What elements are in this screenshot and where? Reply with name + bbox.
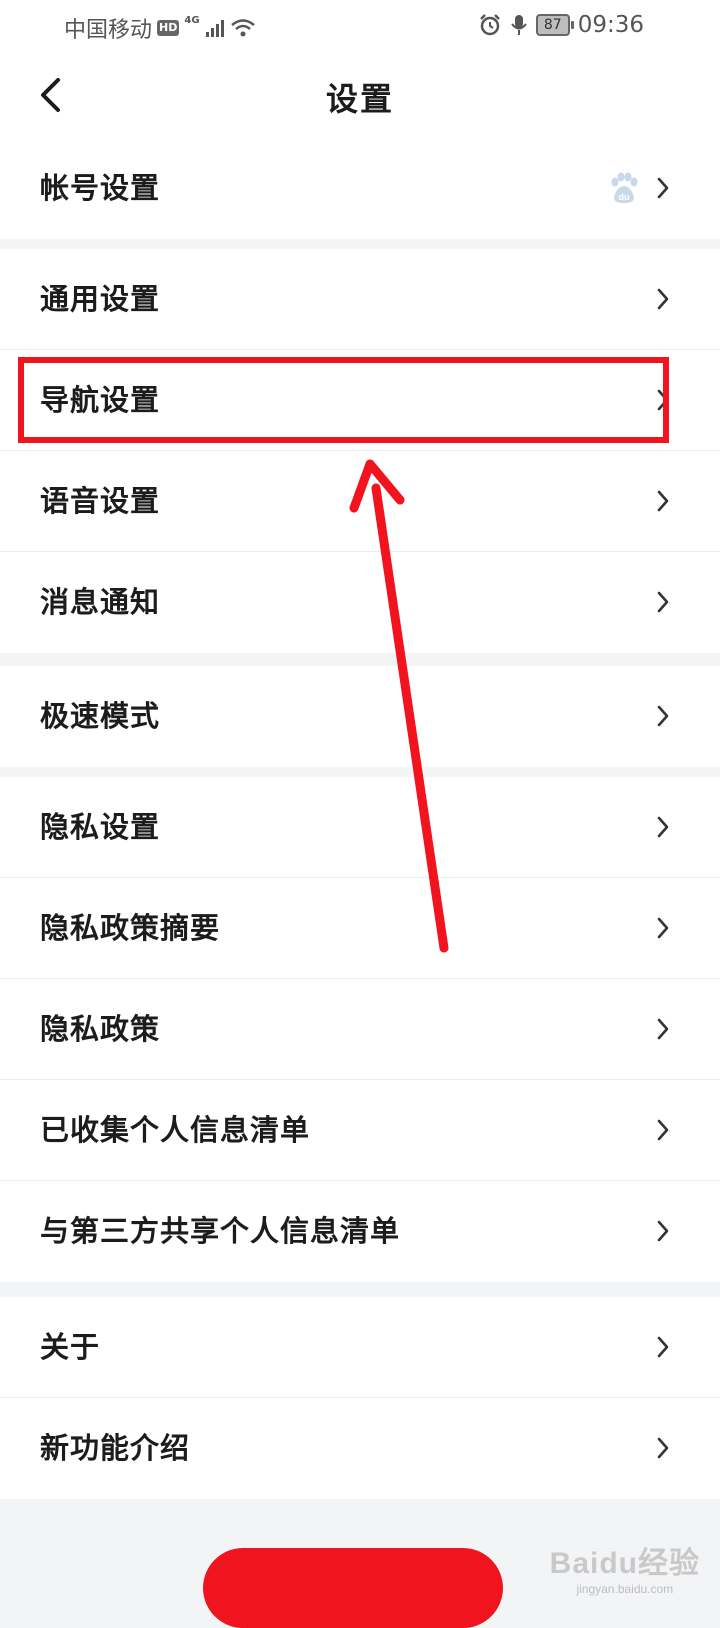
row-label: 隐私设置 [40, 810, 161, 844]
alarm-icon [479, 14, 500, 36]
row-label: 导航设置 [40, 383, 161, 417]
settings-row-shared-info[interactable]: 与第三方共享个人信息清单 [0, 1181, 720, 1282]
chevron-right-icon [657, 1437, 669, 1459]
settings-row-account[interactable]: 帐号设置 du [0, 138, 720, 239]
wifi-icon [230, 19, 255, 37]
settings-group-about: 关于 新功能介绍 [0, 1297, 720, 1499]
chevron-right-icon [657, 288, 669, 310]
row-label: 隐私政策 [40, 1012, 161, 1046]
navigation-header: 设置 [0, 52, 720, 139]
settings-group-privacy: 隐私设置 隐私政策摘要 隐私政策 已收集个人信息清单 与第三方共享个人信息清单 [0, 777, 720, 1282]
carrier-info: 中国移动 HD 4G [64, 12, 256, 44]
chevron-right-icon [657, 1018, 669, 1040]
settings-row-general[interactable]: 通用设置 [0, 249, 720, 350]
row-label: 关于 [40, 1330, 101, 1364]
signal-icon [205, 20, 224, 37]
svg-text:du: du [619, 192, 630, 202]
chevron-right-icon [657, 591, 669, 613]
chevron-right-icon [657, 917, 669, 939]
row-label: 新功能介绍 [40, 1431, 191, 1465]
settings-row-privacy[interactable]: 隐私设置 [0, 777, 720, 878]
row-label: 与第三方共享个人信息清单 [40, 1214, 401, 1248]
settings-group-general: 通用设置 导航设置 语音设置 消息通知 [0, 249, 720, 653]
status-bar: 中国移动 HD 4G 87 09:36 [0, 0, 720, 52]
chevron-right-icon [657, 816, 669, 838]
chevron-right-icon [657, 1119, 669, 1141]
baidu-paw-icon: du [611, 172, 638, 203]
logout-button[interactable] [203, 1548, 503, 1628]
row-label: 帐号设置 [40, 171, 161, 205]
settings-group-speed: 极速模式 [0, 666, 720, 767]
settings-row-notifications[interactable]: 消息通知 [0, 552, 720, 653]
status-right: 87 09:36 [478, 12, 644, 38]
page-title: 设置 [325, 80, 394, 118]
row-label: 消息通知 [40, 585, 161, 619]
row-label: 已收集个人信息清单 [40, 1113, 311, 1147]
baidu-watermark: Baidu经验 jingyan.baidu.com [550, 1538, 700, 1596]
chevron-right-icon [657, 1220, 669, 1242]
settings-row-new-features[interactable]: 新功能介绍 [0, 1398, 720, 1499]
clock: 09:36 [577, 12, 644, 38]
settings-row-navigation[interactable]: 导航设置 [0, 350, 720, 451]
settings-row-collected-info[interactable]: 已收集个人信息清单 [0, 1080, 720, 1181]
watermark-logo: Baidu经验 [549, 1547, 700, 1580]
settings-group-account: 帐号设置 du [0, 138, 720, 239]
chevron-right-icon [657, 490, 669, 512]
row-label: 语音设置 [40, 484, 161, 518]
chevron-right-icon [657, 705, 669, 727]
watermark-url: jingyan.baidu.com [576, 1582, 674, 1596]
settings-row-voice[interactable]: 语音设置 [0, 451, 720, 552]
carrier-name: 中国移动 [64, 18, 153, 43]
settings-row-privacy-policy[interactable]: 隐私政策 [0, 979, 720, 1080]
row-label: 通用设置 [40, 282, 161, 316]
chevron-right-icon [657, 177, 669, 199]
settings-row-speed-mode[interactable]: 极速模式 [0, 666, 720, 767]
row-label: 隐私政策摘要 [40, 911, 221, 945]
hd-badge: HD [157, 20, 180, 36]
settings-row-privacy-summary[interactable]: 隐私政策摘要 [0, 878, 720, 979]
row-label: 极速模式 [40, 699, 161, 733]
battery-indicator: 87 [535, 14, 574, 36]
network-type: 4G [184, 14, 200, 26]
chevron-right-icon [657, 1336, 669, 1358]
microphone-icon [511, 15, 527, 35]
settings-row-about[interactable]: 关于 [0, 1297, 720, 1398]
chevron-right-icon [657, 389, 669, 411]
